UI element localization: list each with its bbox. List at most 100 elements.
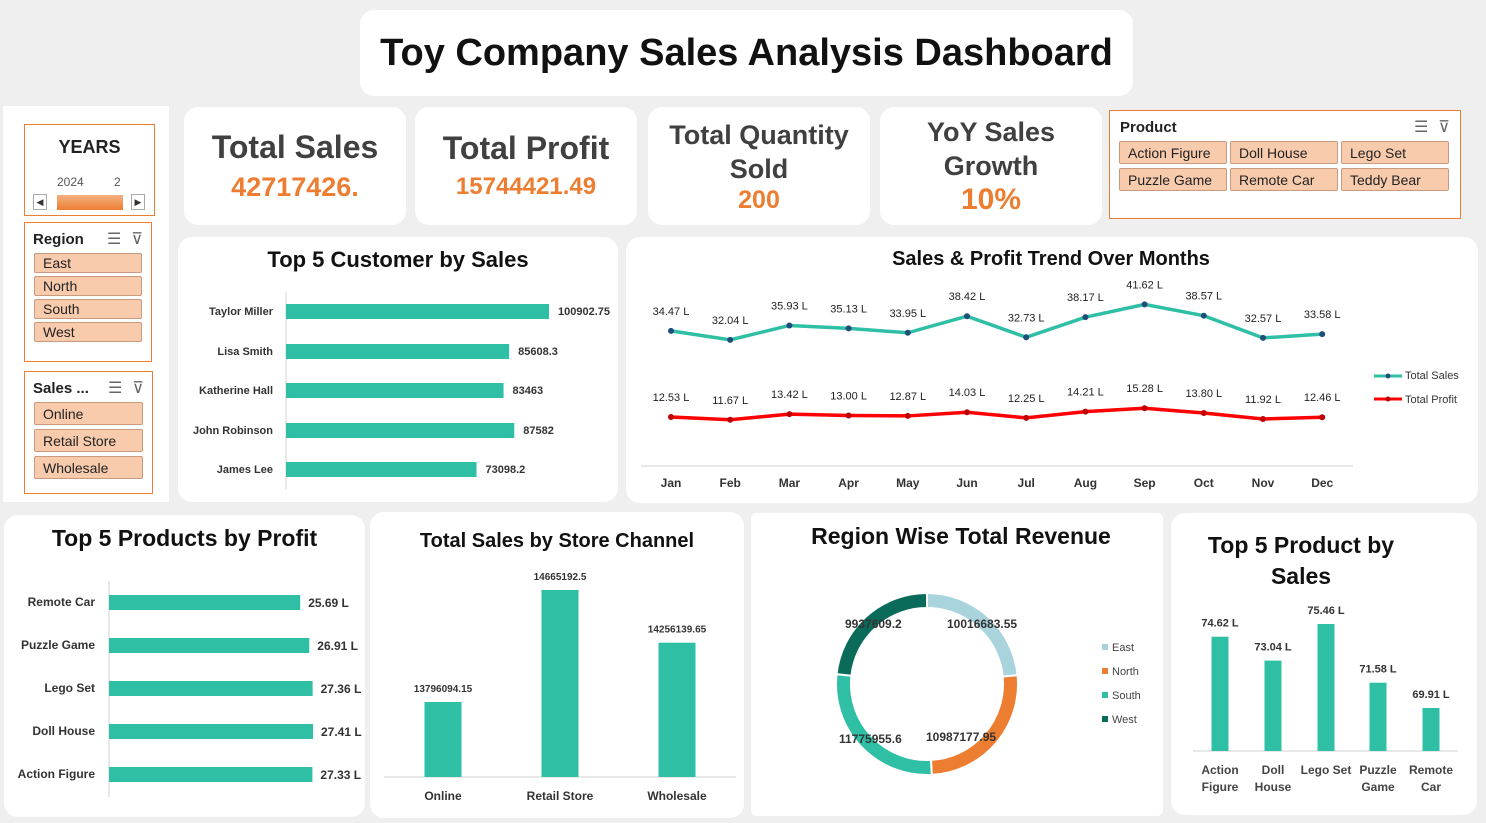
series-point <box>786 322 793 329</box>
data-label: 27.36 L <box>321 682 362 696</box>
data-label: 38.57 L <box>1185 291 1222 303</box>
product-teddy-bear-button[interactable]: Teddy Bear <box>1341 168 1449 191</box>
channel-wholesale-button[interactable]: Wholesale <box>34 456 143 479</box>
total-quantity-label-2: Sold <box>729 153 789 184</box>
data-label: 25.69 L <box>308 596 349 610</box>
category-label: Katherine Hall <box>199 385 273 397</box>
trend-chart: Jan Feb Mar Apr May Jun Jul Aug Sep Oct Nov Dec 34.4… <box>641 279 1459 490</box>
data-label: 32.04 L <box>712 315 749 327</box>
yoy-value: 10% <box>960 183 1022 216</box>
x-tick-label: House <box>1255 780 1292 794</box>
data-label: 34.47 L <box>653 306 690 318</box>
total-quantity-card: Total Quantity Sold 200 <box>648 107 870 225</box>
data-label: 14.21 L <box>1067 387 1104 399</box>
x-tick-label: Game <box>1361 780 1395 794</box>
total-sales-card: Total Sales 42717426. <box>184 107 406 225</box>
series-point <box>964 409 970 416</box>
series-point <box>845 325 852 332</box>
product-action-figure-button[interactable]: Action Figure <box>1119 141 1227 164</box>
category-label: Lego Set <box>44 681 95 695</box>
data-label: 71.58 L <box>1359 664 1397 676</box>
series-point <box>1200 409 1207 416</box>
total-profit-value: 15744421.49 <box>455 173 597 200</box>
top-customers-chart: Taylor Miller 100902.75 Lisa Smith 85608.3 K… <box>193 292 610 489</box>
product-puzzle-game-button[interactable]: Puzzle Game <box>1119 168 1227 191</box>
data-label: 32.57 L <box>1245 313 1282 325</box>
data-label: 38.42 L <box>949 291 986 303</box>
bar <box>109 767 313 782</box>
top-customers-card: Top 5 Customer by Sales Taylor Miller 100… <box>178 237 618 502</box>
dashboard-title: Toy Company Sales Analysis Dashboard <box>380 31 1113 74</box>
top-products-profit-chart: Remote Car 25.69 L Puzzle Game 26.91 L Lego … <box>18 581 362 797</box>
data-label: 13.42 L <box>771 389 808 401</box>
series-line <box>670 406 1323 422</box>
total-profit-label: Total Profit <box>442 130 610 166</box>
series-point <box>904 329 911 336</box>
region-north-button[interactable]: North <box>34 276 142 296</box>
timeline-selected-bar[interactable] <box>57 195 123 210</box>
years-timeline-extra: 2 <box>114 175 121 189</box>
data-label: 32.73 L <box>1008 312 1045 324</box>
data-label: 27.33 L <box>320 768 361 782</box>
multi-select-icon[interactable]: ☰ <box>107 229 121 249</box>
timeline-scroll-right-icon[interactable]: ▶ <box>131 194 145 210</box>
series-point <box>1319 414 1326 421</box>
series-point <box>786 411 793 418</box>
data-label: 87582 <box>523 425 554 437</box>
x-tick-label: Mar <box>779 476 801 490</box>
legend-label: East <box>1112 642 1134 654</box>
series-point <box>727 416 734 423</box>
x-tick-label: Wholesale <box>647 789 707 803</box>
product-lego-set-button[interactable]: Lego Set <box>1341 141 1449 164</box>
data-label: 9937609.2 <box>845 617 902 631</box>
series-point <box>904 412 911 419</box>
years-slicer-title: YEARS <box>58 137 121 157</box>
legend-swatch <box>1102 716 1108 722</box>
data-label: 83463 <box>513 385 544 397</box>
bar <box>286 462 477 477</box>
clear-filter-icon[interactable]: ⊽ <box>1438 117 1450 137</box>
data-label: 33.95 L <box>889 308 926 320</box>
region-revenue-card: Region Wise Total Revenue 10016683.55 109… <box>751 513 1163 816</box>
sales-channel-slicer: Sales ... ☰ ⊽ Online Retail Store Wholesa… <box>24 371 153 494</box>
total-profit-card: Total Profit 15744421.49 <box>415 107 637 225</box>
channel-retail-store-button[interactable]: Retail Store <box>34 429 143 452</box>
data-label: 27.41 L <box>321 725 362 739</box>
series-line <box>670 302 1323 342</box>
clear-filter-icon[interactable]: ⊽ <box>131 229 143 249</box>
x-tick-label: Doll <box>1262 763 1285 777</box>
bar <box>1317 624 1335 751</box>
bar <box>109 681 313 696</box>
category-label: Lisa Smith <box>217 346 273 358</box>
legend-swatch <box>1102 692 1108 698</box>
channel-online-button[interactable]: Online <box>34 402 143 425</box>
product-remote-car-button[interactable]: Remote Car <box>1230 168 1338 191</box>
data-label: 10016683.55 <box>947 617 1017 631</box>
bar <box>658 642 696 777</box>
product-doll-house-button[interactable]: Doll House <box>1230 141 1338 164</box>
clear-filter-icon[interactable]: ⊽ <box>132 378 144 398</box>
data-label: 41.62 L <box>1126 279 1163 291</box>
bar <box>1369 682 1387 751</box>
data-label: 69.91 L <box>1412 689 1450 701</box>
multi-select-icon[interactable]: ☰ <box>108 378 122 398</box>
dashboard-title-card: Toy Company Sales Analysis Dashboard <box>360 10 1133 96</box>
region-west-button[interactable]: West <box>34 322 142 342</box>
category-label: Action Figure <box>18 767 96 781</box>
x-tick-label: Retail Store <box>527 789 594 803</box>
legend-label: West <box>1112 714 1137 726</box>
x-tick-label: Apr <box>838 476 859 490</box>
series-point <box>1260 415 1266 422</box>
data-label: 35.13 L <box>830 303 867 315</box>
region-south-button[interactable]: South <box>34 299 142 319</box>
multi-select-icon[interactable]: ☰ <box>1414 117 1428 137</box>
data-label: 10987177.95 <box>926 730 996 744</box>
legend-label: North <box>1112 666 1139 678</box>
years-slicer[interactable]: YEARS 2024 2 ◀ ▶ <box>24 124 155 216</box>
timeline-scroll-left-icon[interactable]: ◀ <box>33 194 47 210</box>
series-point <box>1023 334 1030 341</box>
region-east-button[interactable]: East <box>34 253 142 273</box>
bar <box>1211 636 1229 751</box>
data-label: 13796094.15 <box>414 684 473 695</box>
top-products-profit-card: Top 5 Products by Profit Remote Car 25.69… <box>4 515 365 817</box>
